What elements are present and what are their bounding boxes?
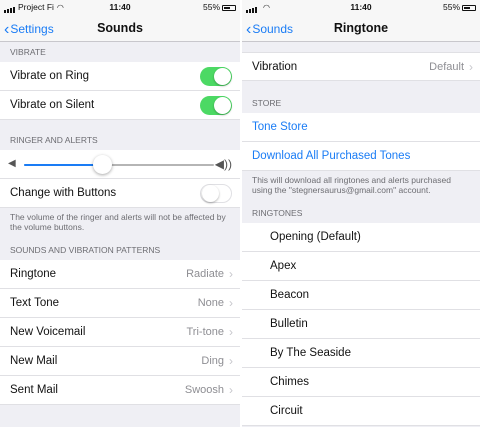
- row-label: Sent Mail: [10, 384, 58, 396]
- change-with-buttons-toggle[interactable]: [200, 184, 232, 203]
- nav-bar: ‹Settings Sounds: [0, 14, 240, 42]
- row-value: None: [197, 297, 224, 309]
- vibration-row[interactable]: Vibration Default ›: [242, 52, 480, 81]
- battery-indicator: 55%: [443, 2, 476, 12]
- slider-thumb[interactable]: [92, 155, 112, 174]
- section-header-ringtones: RINGTONES: [252, 208, 303, 218]
- row-label: Text Tone: [10, 297, 60, 309]
- pattern-row-new-mail[interactable]: New Mail Ding ›: [0, 347, 240, 376]
- row-label: New Mail: [10, 355, 58, 367]
- row-value: Radiate: [186, 268, 224, 280]
- status-bar: ◠ 11:40 55%: [242, 0, 480, 14]
- nav-bar: ‹Sounds Ringtone: [242, 14, 480, 42]
- chevron-right-icon: ›: [469, 60, 473, 74]
- page-title: Sounds: [97, 21, 143, 35]
- slider-fill: [24, 164, 102, 166]
- ringer-volume-row: ◀ ◀)): [0, 150, 240, 179]
- row-value: Swoosh: [184, 384, 224, 396]
- ringtone-item[interactable]: Circuit: [242, 397, 480, 426]
- volume-high-icon: ◀)): [214, 157, 232, 171]
- row-label: Ringtone: [10, 268, 57, 280]
- chevron-right-icon: ›: [229, 354, 233, 368]
- chevron-right-icon: ›: [229, 325, 233, 339]
- vibrate-on-ring-toggle[interactable]: [200, 67, 232, 86]
- toggle-knob: [214, 68, 231, 85]
- ringtone-screen: ◠ 11:40 55% ‹Sounds Ringtone Vibration D…: [242, 0, 480, 427]
- download-all-tones-link[interactable]: Download All Purchased Tones: [242, 142, 480, 171]
- row-value: Ding: [201, 355, 224, 367]
- ringer-volume-slider[interactable]: [24, 155, 214, 174]
- ringtone-item[interactable]: Beacon: [242, 281, 480, 310]
- row-label: Change with Buttons: [10, 187, 117, 199]
- row-value: Default: [429, 61, 464, 73]
- pattern-row-sent-mail[interactable]: Sent Mail Swoosh ›: [0, 376, 240, 405]
- status-bar: Project Fi ◠ 11:40 55%: [0, 0, 240, 14]
- pattern-row-ringtone[interactable]: Ringtone Radiate ›: [0, 260, 240, 289]
- pattern-row-text-tone[interactable]: Text Tone None ›: [0, 289, 240, 318]
- row-value: Tri-tone: [186, 326, 225, 338]
- chevron-right-icon: ›: [229, 383, 233, 397]
- row-label: Vibration: [252, 61, 298, 73]
- toggle-knob: [214, 97, 231, 114]
- toggle-knob: [202, 185, 219, 202]
- change-with-buttons-row: Change with Buttons: [0, 179, 240, 208]
- battery-indicator: 55%: [203, 2, 236, 12]
- ringtone-item[interactable]: Apex: [242, 252, 480, 281]
- row-label: Vibrate on Silent: [10, 99, 95, 111]
- vibrate-on-ring-row: Vibrate on Ring: [0, 62, 240, 91]
- ringtone-item[interactable]: By The Seaside: [242, 339, 480, 368]
- sounds-screen: Project Fi ◠ 11:40 55% ‹Settings Sounds V…: [0, 0, 240, 427]
- chevron-right-icon: ›: [229, 267, 233, 281]
- battery-icon: [462, 4, 476, 11]
- page-title: Ringtone: [333, 21, 389, 35]
- ringtone-item[interactable]: Chimes: [242, 368, 480, 397]
- chevron-right-icon: ›: [229, 296, 233, 310]
- section-header-ringer: RINGER AND ALERTS: [10, 135, 98, 145]
- ringtone-item[interactable]: Opening (Default): [242, 223, 480, 252]
- volume-low-icon: ◀: [8, 158, 16, 169]
- vibrate-on-silent-row: Vibrate on Silent: [0, 91, 240, 120]
- store-footnote: This will download all ringtones and ale…: [252, 175, 451, 195]
- section-header-store: STORE: [252, 98, 282, 108]
- pattern-row-new-voicemail[interactable]: New Voicemail Tri-tone ›: [0, 318, 240, 347]
- battery-icon: [222, 4, 236, 11]
- ringer-footnote: The volume of the ringer and alerts will…: [10, 212, 226, 232]
- row-label: New Voicemail: [10, 326, 86, 338]
- tone-store-link[interactable]: Tone Store: [242, 113, 480, 142]
- vibrate-on-silent-toggle[interactable]: [200, 96, 232, 115]
- row-label: Vibrate on Ring: [10, 70, 90, 82]
- ringtone-item[interactable]: Bulletin: [242, 310, 480, 339]
- section-header-vibrate: VIBRATE: [10, 47, 46, 57]
- section-header-patterns: SOUNDS AND VIBRATION PATTERNS: [10, 245, 161, 255]
